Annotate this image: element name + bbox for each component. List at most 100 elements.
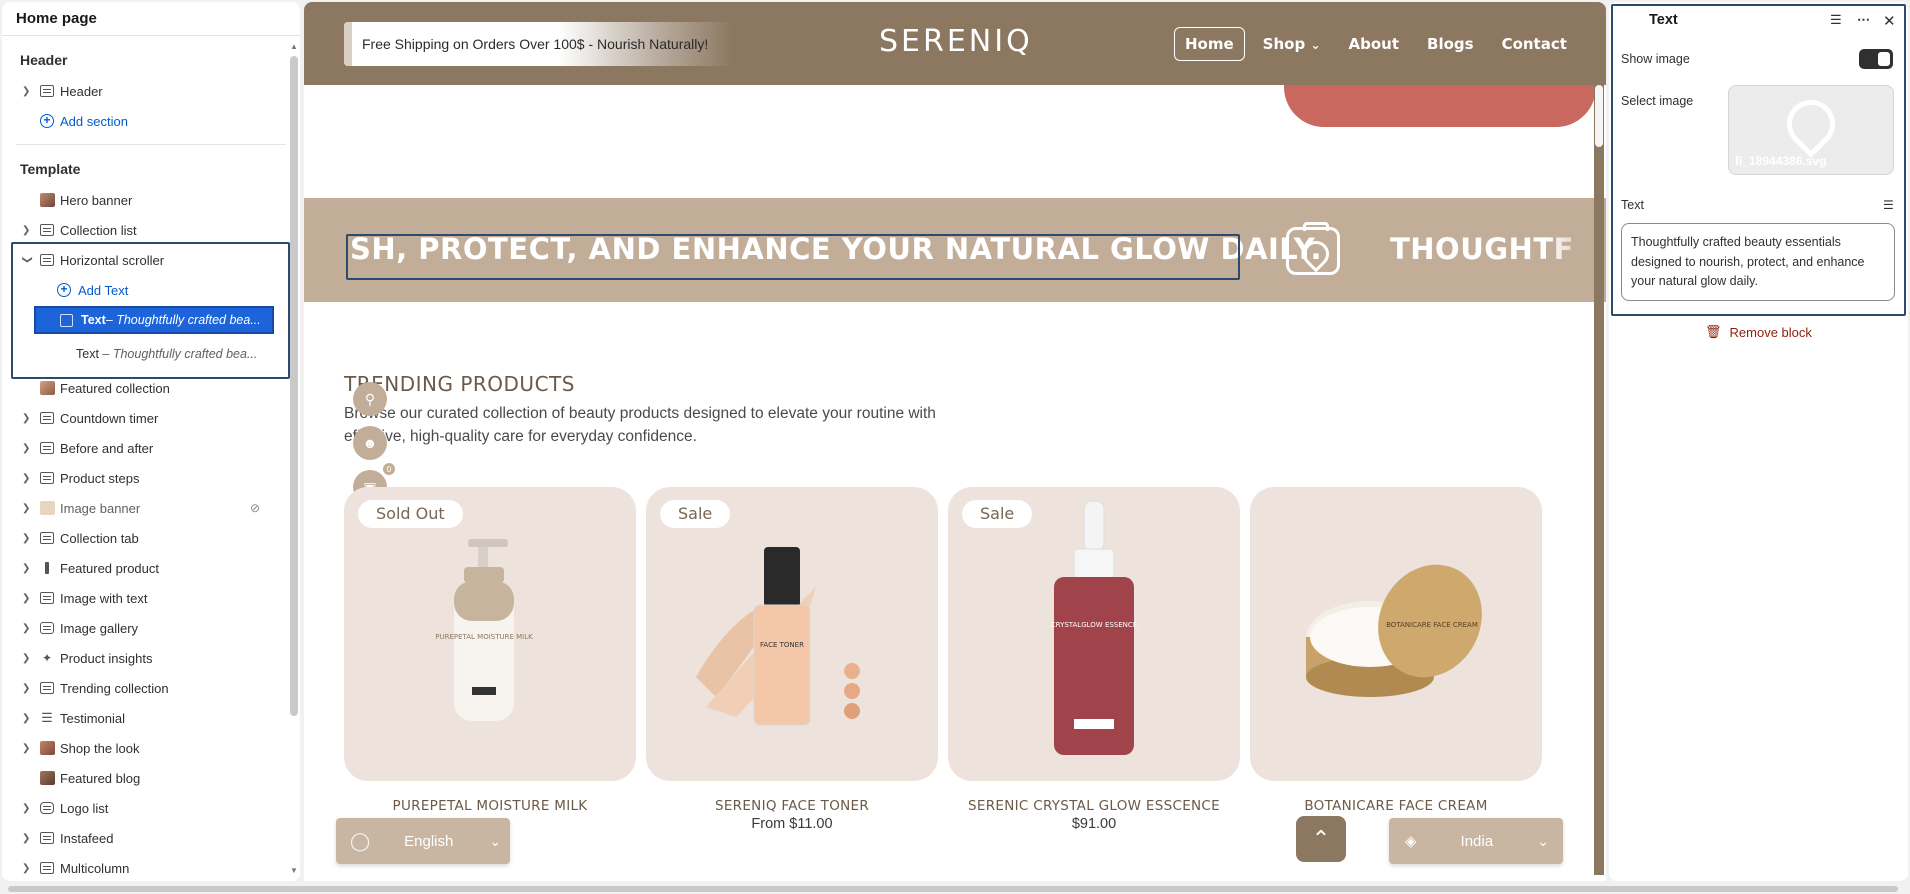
chevron-right-icon[interactable]: ❯: [22, 473, 32, 484]
section-image-gallery[interactable]: ❯ Image gallery: [2, 613, 300, 643]
block-text-1-selected[interactable]: Text – Thoughtfully crafted bea...: [34, 306, 274, 334]
product-name[interactable]: SERENIC CRYSTAL GLOW ESSCENCE: [948, 798, 1240, 814]
money-bag-icon: ◈: [1405, 833, 1417, 850]
scrollbar-thumb[interactable]: [1595, 85, 1603, 147]
section-icon: [39, 411, 55, 425]
scrollbar-thumb[interactable]: [8, 886, 1898, 892]
gallery-icon: [39, 621, 55, 635]
sidebar-title: Home page: [2, 2, 300, 36]
chevron-down-icon: ⌄: [1310, 38, 1321, 52]
section-product-steps[interactable]: ❯ Product steps: [2, 463, 300, 493]
chevron-right-icon[interactable]: ❯: [22, 413, 32, 424]
hero-image-fragment: [1284, 85, 1596, 127]
scroller-selection-outline: [346, 234, 1240, 280]
section-instafeed[interactable]: ❯ Instafeed: [2, 823, 300, 853]
product-card[interactable]: Sale CRYSTALGLOW ESSENCE: [948, 487, 1240, 781]
chevron-right-icon[interactable]: ❯: [22, 743, 32, 754]
section-icon: [39, 531, 55, 545]
product-card[interactable]: BOTANICARE FACE CREAM: [1250, 487, 1542, 781]
section-countdown-timer[interactable]: ❯ Countdown timer: [2, 403, 300, 433]
product-thumbnail-icon: [39, 561, 55, 575]
nav-shop[interactable]: Shop ⌄: [1253, 28, 1331, 60]
chevron-right-icon[interactable]: ❯: [22, 443, 32, 454]
section-testimonial[interactable]: ❯ ☰ Testimonial: [2, 703, 300, 733]
theme-editor: Home page Header ❯ Header + Add section …: [0, 0, 1910, 894]
section-image-banner[interactable]: ❯ Image banner ⊘: [2, 493, 300, 523]
preview-scrollbar[interactable]: [1594, 85, 1604, 875]
sale-badge: Sale: [962, 500, 1033, 528]
brand-logo[interactable]: SERENIQ: [879, 24, 1033, 59]
chevron-right-icon[interactable]: ❯: [22, 653, 32, 664]
product-image-glow-essence: CRYSTALGLOW ESSENCE: [1051, 500, 1137, 755]
product-price: $91.00: [1071, 816, 1117, 832]
section-hero-banner[interactable]: Hero banner: [2, 185, 300, 215]
remove-block-button[interactable]: 🗑 Remove block: [1705, 324, 1812, 340]
chevron-right-icon[interactable]: ❯: [22, 803, 32, 814]
chevron-right-icon[interactable]: ❯: [22, 563, 32, 574]
product-label-text: PUREPETAL MOISTURE MILK: [435, 633, 533, 641]
section-label: Testimonial: [60, 710, 126, 726]
section-multicolumn[interactable]: ❯ Multicolumn: [2, 853, 300, 881]
scroll-down-icon[interactable]: ▼: [290, 866, 298, 875]
chevron-right-icon[interactable]: ❯: [22, 833, 32, 844]
section-icon: [39, 84, 55, 98]
scrollbar-thumb[interactable]: [290, 56, 298, 716]
section-collection-tab[interactable]: ❯ Collection tab: [2, 523, 300, 553]
section-label: Image gallery: [60, 620, 139, 636]
nav-shop-label: Shop: [1262, 35, 1306, 53]
section-icon: [39, 223, 55, 237]
section-label: Multicolumn: [60, 860, 130, 876]
section-label: Product steps: [60, 470, 140, 486]
sections-sidebar: Home page Header ❯ Header + Add section …: [2, 2, 300, 881]
section-featured-blog[interactable]: Featured blog: [2, 763, 300, 793]
eye-hidden-icon[interactable]: ⊘: [250, 501, 260, 515]
window-horizontal-scrollbar[interactable]: [0, 884, 1910, 894]
product-name[interactable]: BOTANICARE FACE CREAM: [1250, 798, 1542, 814]
nav-home[interactable]: Home: [1174, 27, 1245, 61]
chevron-right-icon[interactable]: ❯: [22, 86, 32, 97]
nav-contact[interactable]: Contact: [1492, 28, 1577, 60]
product-image-face-cream: BOTANICARE FACE CREAM: [1306, 564, 1482, 697]
section-before-and-after[interactable]: ❯ Before and after: [2, 433, 300, 463]
search-icon[interactable]: ⚲: [353, 382, 387, 416]
section-collection-list[interactable]: ❯ Collection list: [2, 215, 300, 245]
product-name[interactable]: PUREPETAL MOISTURE MILK: [344, 798, 636, 814]
section-image-with-text[interactable]: ❯ Image with text: [2, 583, 300, 613]
chevron-right-icon[interactable]: ❯: [22, 503, 32, 514]
chevron-right-icon[interactable]: ❯: [22, 533, 32, 544]
section-featured-product[interactable]: ❯ Featured product: [2, 553, 300, 583]
image-thumbnail-icon: [39, 741, 55, 755]
chevron-right-icon[interactable]: ❯: [22, 623, 32, 634]
section-product-insights[interactable]: ❯ ✦ Product insights: [2, 643, 300, 673]
section-shop-the-look[interactable]: ❯ Shop the look: [2, 733, 300, 763]
section-icon: [39, 591, 55, 605]
account-icon[interactable]: ☻: [353, 426, 387, 460]
promo-banner[interactable]: Free Shipping on Orders Over 100$ - Nour…: [344, 22, 734, 66]
chevron-right-icon[interactable]: ❯: [22, 593, 32, 604]
product-price: From $11.00: [751, 816, 833, 832]
section-logo-list[interactable]: ❯ Logo list: [2, 793, 300, 823]
scroll-to-top-button[interactable]: ⌃: [1296, 816, 1346, 862]
section-label: Featured product: [60, 560, 160, 576]
nav-about[interactable]: About: [1339, 28, 1410, 60]
product-card[interactable]: Sale FACE TONER: [646, 487, 938, 781]
image-thumbnail-icon: [39, 771, 55, 785]
language-selector[interactable]: ◯ English ⌄: [336, 818, 510, 864]
nav-blogs[interactable]: Blogs: [1417, 28, 1484, 60]
section-header[interactable]: ❯ Header: [2, 76, 300, 106]
template-group-label: Template: [20, 161, 81, 177]
scroll-up-icon[interactable]: ▲: [290, 42, 298, 51]
sidebar-scrollbar[interactable]: ▲ ▼: [290, 42, 298, 881]
country-selector[interactable]: ◈ India ⌄: [1389, 818, 1563, 864]
chevron-right-icon[interactable]: ❯: [22, 683, 32, 694]
chevron-right-icon[interactable]: ❯: [22, 713, 32, 724]
product-card[interactable]: Sold Out PUREPETAL MOISTURE MILK: [344, 487, 636, 781]
chevron-right-icon[interactable]: ❯: [22, 225, 32, 236]
section-icon: [39, 831, 55, 845]
product-name[interactable]: SERENIQ FACE TONER: [646, 798, 938, 814]
add-section-button[interactable]: + Add section: [2, 106, 300, 136]
text-block-icon: [60, 313, 73, 327]
section-trending-collection[interactable]: ❯ Trending collection: [2, 673, 300, 703]
chevron-right-icon[interactable]: ❯: [22, 863, 32, 874]
remove-block-label: Remove block: [1729, 324, 1812, 340]
